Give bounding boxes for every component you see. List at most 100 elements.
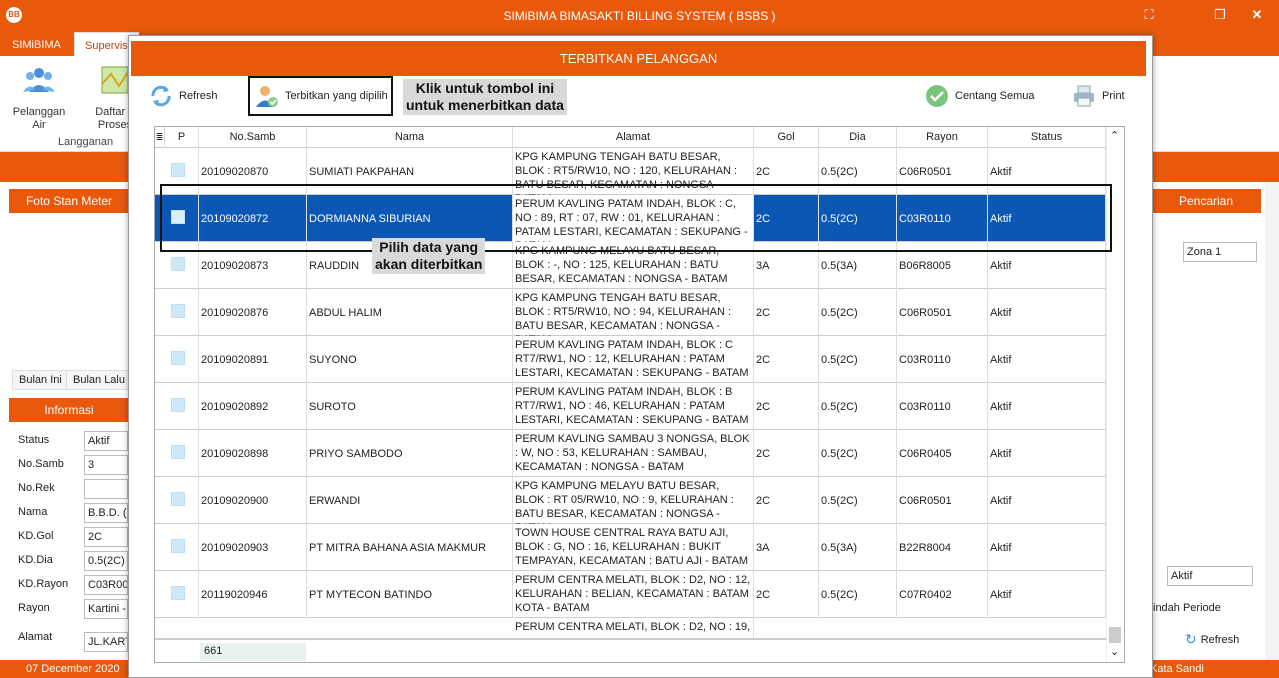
cell-alamat: PERUM KAVLING SAMBAU 3 NONGSA, BLOK : W,… xyxy=(513,430,754,477)
field-value[interactable] xyxy=(84,479,128,499)
cell-rayon: C06R0501 xyxy=(897,477,988,524)
row-checkbox[interactable] xyxy=(171,351,185,365)
row-checkbox[interactable] xyxy=(171,163,185,177)
pelanggan-air-label-1: Pelanggan xyxy=(12,106,66,118)
field-value[interactable]: Aktif xyxy=(84,431,128,451)
cell-alamat: PERUM CENTRA MELATI, BLOK : D2, NO : 19, xyxy=(513,618,754,639)
table-row[interactable]: 20109020898 PRIYO SAMBODO PERUM KAVLING … xyxy=(155,430,1106,477)
header-no-samb[interactable]: No.Samb xyxy=(199,127,307,148)
field-label: Rayon xyxy=(18,602,50,614)
page-scrollbar[interactable] xyxy=(1265,182,1279,660)
close-icon[interactable]: ✕ xyxy=(1248,7,1266,23)
printer-icon xyxy=(1074,85,1094,107)
search-panel-title: Pencarian xyxy=(1151,189,1261,213)
row-checkbox[interactable] xyxy=(171,304,185,318)
bulan-lalu-button[interactable]: Bulan Lalu xyxy=(66,370,132,390)
refresh-label: Refresh xyxy=(179,90,218,102)
cell-nama: SUYONO xyxy=(307,336,513,383)
pelanggan-air-button[interactable]: Pelanggan Air xyxy=(6,64,72,132)
check-all-button[interactable]: Centang Semua xyxy=(925,81,1035,111)
callout-publish-hint: Klik untuk tombol ini untuk menerbitkan … xyxy=(403,79,567,115)
cell-nama: PRIYO SAMBODO xyxy=(307,430,513,477)
cell-status: Aktif xyxy=(988,571,1106,618)
row-checkbox[interactable] xyxy=(171,257,185,271)
table-row[interactable]: 20109020903 PT MITRA BAHANA ASIA MAKMUR … xyxy=(155,524,1106,571)
row-check-cell[interactable] xyxy=(155,571,199,618)
header-gol[interactable]: Gol xyxy=(754,127,819,148)
check-circle-icon xyxy=(926,85,948,107)
status-password: Kata Sandi xyxy=(1150,663,1204,675)
field-value[interactable]: 2C xyxy=(84,527,128,547)
field-value[interactable]: JL.KART xyxy=(84,632,128,652)
row-checkbox[interactable] xyxy=(171,539,185,553)
cell-alamat: KPG KAMPUNG TENGAH BATU BESAR, BLOK : RT… xyxy=(513,289,754,336)
header-dia[interactable]: Dia xyxy=(819,127,897,148)
table-row[interactable]: 20119020946 PT MYTECON BATINDO PERUM CEN… xyxy=(155,571,1106,618)
row-check-cell[interactable] xyxy=(155,430,199,477)
cell-rayon: C06R0501 xyxy=(897,289,988,336)
cell-alamat: TOWN HOUSE CENTRAL RAYA BATU AJI, BLOK :… xyxy=(513,524,754,571)
print-button[interactable]: Print xyxy=(1072,81,1125,111)
column-chooser-icon[interactable]: ≣ xyxy=(155,127,165,148)
cell-gol: 2C xyxy=(754,571,819,618)
table-row[interactable]: 20109020892 SUROTO PERUM KAVLING PATAM I… xyxy=(155,383,1106,430)
header-p[interactable]: P xyxy=(165,127,199,148)
tab-simibima[interactable]: SIMiBIMA xyxy=(2,32,71,56)
header-status[interactable]: Status xyxy=(988,127,1106,148)
dialog-title: TERBITKAN PELANGGAN xyxy=(131,41,1146,76)
row-checkbox[interactable] xyxy=(171,445,185,459)
photo-panel-title: Foto Stan Meter xyxy=(9,189,129,213)
window-title: SIMiBIMA BIMASAKTI BILLING SYSTEM ( BSBS… xyxy=(503,9,776,23)
callout-top-line-1: Klik untuk tombol ini xyxy=(415,80,555,96)
check-all-label: Centang Semua xyxy=(955,90,1035,102)
row-check-cell[interactable] xyxy=(155,524,199,571)
bg-refresh-button[interactable]: ↻ Refresh xyxy=(1185,631,1239,648)
cell-dia: 0.5(2C) xyxy=(819,571,897,618)
table-footer: 661 xyxy=(155,639,1106,662)
row-check-cell[interactable] xyxy=(155,336,199,383)
scroll-thumb[interactable] xyxy=(1109,627,1121,643)
status-select[interactable]: Aktif xyxy=(1167,566,1253,586)
field-value[interactable]: B.B.D. (F xyxy=(84,503,128,523)
refresh-button[interactable]: Refresh xyxy=(149,81,218,111)
field-value[interactable]: C03R000 xyxy=(84,575,128,595)
row-check-cell[interactable] xyxy=(155,289,199,336)
callout-row-line-1: Pilih data yang xyxy=(379,239,479,255)
table-row[interactable]: 20109020876 ABDUL HALIM KPG KAMPUNG TENG… xyxy=(155,289,1106,336)
cell-status: Aktif xyxy=(988,336,1106,383)
bulan-ini-button[interactable]: Bulan Ini xyxy=(12,370,69,390)
scroll-up-icon[interactable]: ⌃ xyxy=(1110,129,1119,142)
row-check-cell[interactable] xyxy=(155,477,199,524)
zona-select[interactable]: Zona 1 xyxy=(1183,242,1257,262)
table-row-partial[interactable]: PERUM CENTRA MELATI, BLOK : D2, NO : 19, xyxy=(155,618,1106,639)
fullscreen-icon[interactable]: ⛶ xyxy=(1140,7,1158,23)
cell-gol: 2C xyxy=(754,477,819,524)
cell-status: Aktif xyxy=(988,524,1106,571)
row-checkbox[interactable] xyxy=(171,586,185,600)
restore-icon[interactable]: ❐ xyxy=(1211,7,1229,23)
header-alamat[interactable]: Alamat xyxy=(513,127,754,148)
cell-no-samb: 20109020900 xyxy=(199,477,307,524)
header-rayon[interactable]: Rayon xyxy=(897,127,988,148)
field-value[interactable]: 3 xyxy=(84,455,128,475)
field-label: No.Samb xyxy=(18,458,64,470)
cell-gol: 2C xyxy=(754,289,819,336)
row-checkbox[interactable] xyxy=(171,398,185,412)
cell-rayon: C03R0110 xyxy=(897,336,988,383)
cell-rayon: C07R0402 xyxy=(897,571,988,618)
callout-row-hint: Pilih data yang akan diterbitkan xyxy=(372,238,486,274)
row-check-cell[interactable] xyxy=(155,383,199,430)
table-row[interactable]: 20109020891 SUYONO PERUM KAVLING PATAM I… xyxy=(155,336,1106,383)
cell-dia: 0.5(2C) xyxy=(819,289,897,336)
bg-refresh-label: Refresh xyxy=(1200,633,1240,646)
group-label-langganan: Langganan xyxy=(58,136,114,148)
field-value[interactable]: 0.5(2C) xyxy=(84,551,128,571)
row-checkbox[interactable] xyxy=(171,492,185,506)
scroll-down-icon[interactable]: ⌄ xyxy=(1110,645,1119,658)
cell-status: Aktif xyxy=(988,289,1106,336)
table-row[interactable]: 20109020900 ERWANDI KPG KAMPUNG MELAYU B… xyxy=(155,477,1106,524)
cell-gol: 2C xyxy=(754,430,819,477)
header-nama[interactable]: Nama xyxy=(307,127,513,148)
publish-customers-dialog: TERBITKAN PELANGGAN Refresh Terbitkan ya… xyxy=(128,35,1153,678)
field-value[interactable]: Kartini - xyxy=(84,599,128,619)
